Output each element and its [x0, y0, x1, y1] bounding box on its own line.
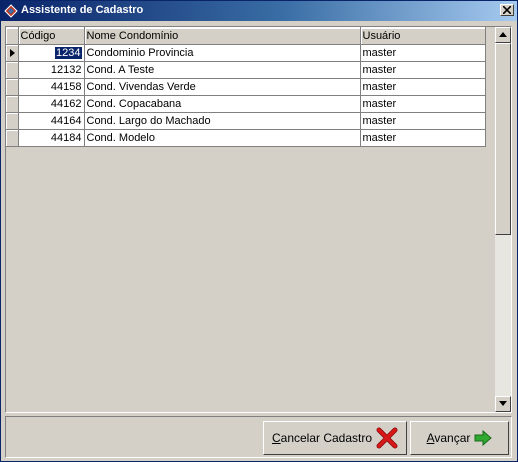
row-indicator	[6, 95, 19, 113]
scroll-down-button[interactable]	[495, 396, 511, 412]
records-table: Código Nome Condomínio Usuário 1234 Cond…	[6, 27, 486, 147]
cell-nome[interactable]: Cond. Copacabana	[84, 95, 361, 113]
window-title: Assistente de Cadastro	[21, 4, 144, 16]
column-header-usuario[interactable]: Usuário	[360, 27, 486, 45]
current-row-indicator	[6, 44, 19, 62]
scroll-down-icon	[499, 401, 507, 406]
header-row: Código Nome Condomínio Usuário	[6, 27, 486, 45]
cell-codigo[interactable]: 44162	[18, 95, 85, 113]
cell-usuario[interactable]: master	[360, 95, 486, 113]
scroll-thumb[interactable]	[495, 43, 511, 235]
cell-codigo[interactable]: 44184	[18, 129, 85, 147]
cancel-button[interactable]: Cancelar Cadastro	[263, 421, 407, 455]
row-indicator	[6, 112, 19, 130]
table-row[interactable]: 44162 Cond. Copacabana master	[6, 95, 486, 113]
cell-codigo[interactable]: 12132	[18, 61, 85, 79]
scroll-up-button[interactable]	[495, 27, 511, 43]
cell-nome[interactable]: Cond. A Teste	[84, 61, 361, 79]
close-icon	[503, 6, 511, 14]
app-window: Assistente de Cadastro Código Nome Condo…	[0, 0, 518, 462]
green-arrow-right-icon	[474, 430, 493, 446]
row-indicator	[6, 61, 19, 79]
scroll-up-icon	[499, 32, 507, 37]
close-button[interactable]	[500, 4, 514, 16]
title-bar[interactable]: Assistente de Cadastro	[1, 1, 517, 21]
cell-usuario[interactable]: master	[360, 112, 486, 130]
cell-usuario[interactable]: master	[360, 129, 486, 147]
next-button-label: Avançar	[426, 431, 471, 445]
cell-codigo[interactable]: 44164	[18, 112, 85, 130]
row-pointer-icon	[10, 49, 15, 57]
cell-nome[interactable]: Cond. Modelo	[84, 129, 361, 147]
cell-usuario[interactable]: master	[360, 44, 486, 62]
column-header-codigo[interactable]: Código	[18, 27, 85, 45]
row-indicator	[6, 78, 19, 96]
cell-nome[interactable]: Cond. Largo do Machado	[84, 112, 361, 130]
cancel-button-label: Cancelar Cadastro	[271, 431, 373, 445]
row-indicator	[6, 129, 19, 147]
column-header-nome[interactable]: Nome Condomínio	[84, 27, 361, 45]
table-row[interactable]: 44184 Cond. Modelo master	[6, 129, 486, 147]
red-x-icon	[376, 427, 398, 449]
table-row[interactable]: 44158 Cond. Vivendas Verde master	[6, 78, 486, 96]
button-panel: Cancelar Cadastro Avançar	[5, 416, 512, 458]
cell-nome[interactable]: Condominio Provincia	[84, 44, 361, 62]
cell-codigo[interactable]: 1234	[18, 44, 85, 62]
indicator-header	[6, 27, 19, 45]
vertical-scrollbar[interactable]	[495, 27, 511, 412]
cell-usuario[interactable]: master	[360, 78, 486, 96]
cell-codigo[interactable]: 44158	[18, 78, 85, 96]
table-row[interactable]: 1234 Condominio Provincia master	[6, 44, 486, 62]
table-row[interactable]: 12132 Cond. A Teste master	[6, 61, 486, 79]
cell-nome[interactable]: Cond. Vivendas Verde	[84, 78, 361, 96]
app-logo-icon	[4, 4, 18, 18]
data-grid[interactable]: Código Nome Condomínio Usuário 1234 Cond…	[5, 26, 512, 413]
cell-usuario[interactable]: master	[360, 61, 486, 79]
table-row[interactable]: 44164 Cond. Largo do Machado master	[6, 112, 486, 130]
next-button[interactable]: Avançar	[410, 421, 509, 455]
